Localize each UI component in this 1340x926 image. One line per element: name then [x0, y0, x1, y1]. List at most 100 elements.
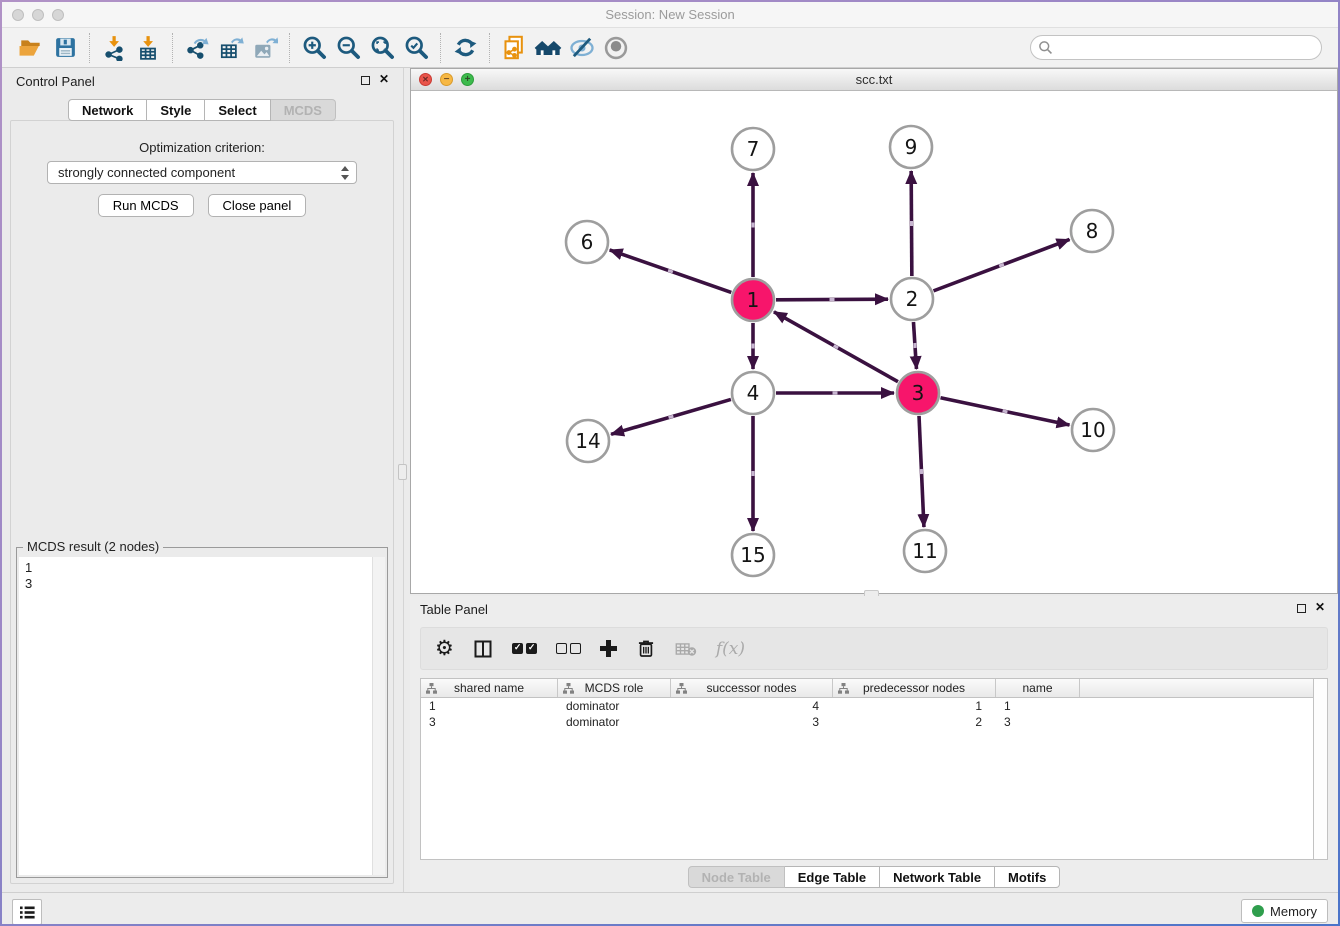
table-settings-button[interactable]: [435, 639, 454, 659]
function-builder-button[interactable]: f(x): [716, 639, 745, 659]
edge-handle: [668, 415, 674, 419]
homes-icon: [534, 34, 562, 62]
column-header-label: successor nodes: [706, 681, 796, 695]
table-body: 1dominator4113dominator323: [421, 698, 1313, 730]
export-network-button[interactable]: [180, 32, 214, 64]
column-header-mcds-role[interactable]: MCDS role: [558, 679, 671, 697]
window-chrome: Session: New Session: [2, 2, 1338, 924]
import-network-button[interactable]: [97, 32, 131, 64]
import-table-button[interactable]: [131, 32, 165, 64]
optimization-criterion-select[interactable]: strongly connected component: [47, 161, 357, 184]
result-scrollbar[interactable]: [372, 557, 385, 875]
column-tree-icon: [426, 683, 437, 694]
table-toolbar: f(x): [420, 627, 1328, 670]
delete-column-button[interactable]: [636, 638, 656, 659]
zoom-in-icon: [301, 34, 328, 61]
graph-node-label: 8: [1086, 219, 1099, 243]
column-header-shared-name[interactable]: shared name: [421, 679, 558, 697]
toolbar-separator: [489, 33, 490, 63]
tab-select[interactable]: Select: [205, 99, 270, 121]
network-view-window: scc.txt 7968124314101511: [410, 68, 1338, 594]
column-tree-icon: [563, 683, 574, 694]
control-panel-title: Control Panel: [16, 74, 95, 89]
task-history-button[interactable]: [12, 899, 42, 924]
checked-box-icon: [526, 643, 537, 654]
zoom-in-button[interactable]: [297, 32, 331, 64]
delete-table-button[interactable]: [675, 640, 697, 658]
mcds-result-box: MCDS result (2 nodes) 13: [16, 547, 388, 878]
column-header-label: MCDS role: [585, 681, 644, 695]
vertical-splitter[interactable]: [403, 68, 404, 892]
tab-network[interactable]: Network: [68, 99, 147, 121]
select-all-columns-button[interactable]: [512, 643, 537, 654]
column-header-label: shared name: [454, 681, 524, 695]
close-panel-button[interactable]: Close panel: [208, 194, 307, 217]
column-header-name[interactable]: name: [996, 679, 1080, 697]
export-image-button[interactable]: [248, 32, 282, 64]
edge-handle: [833, 392, 838, 395]
export-image-icon: [252, 35, 278, 61]
delete-table-icon: [675, 640, 697, 658]
edge-handle: [752, 344, 755, 349]
tab-style[interactable]: Style: [147, 99, 205, 121]
column-tree-icon: [838, 683, 849, 694]
toolbar-separator: [172, 33, 173, 63]
edge-handle: [829, 298, 834, 301]
tab-node-table[interactable]: Node Table: [688, 866, 785, 888]
export-network-icon: [184, 35, 210, 61]
table-cell: 1: [421, 698, 558, 714]
graph-node-label: 2: [906, 287, 919, 311]
copy-network-icon: [501, 34, 528, 61]
close-table-panel-icon[interactable]: [1315, 603, 1326, 614]
toolbar-separator: [289, 33, 290, 63]
float-panel-icon[interactable]: [361, 76, 370, 85]
clone-network-button[interactable]: [497, 32, 531, 64]
graph-node-label: 9: [905, 135, 918, 159]
zoom-out-button[interactable]: [331, 32, 365, 64]
tab-network-table[interactable]: Network Table: [880, 866, 995, 888]
table-row[interactable]: 1dominator411: [421, 698, 1313, 714]
search-input[interactable]: [1030, 35, 1322, 60]
tab-edge-table[interactable]: Edge Table: [785, 866, 880, 888]
show-all-networks-button[interactable]: [531, 32, 565, 64]
network-window-titlebar: scc.txt: [411, 69, 1337, 91]
search-box: [1030, 35, 1322, 60]
hide-graphics-details-button[interactable]: [565, 32, 599, 64]
edge-handle: [920, 469, 923, 474]
mcds-result-title: MCDS result (2 nodes): [23, 539, 163, 554]
create-column-button[interactable]: [600, 640, 617, 657]
memory-label: Memory: [1270, 904, 1317, 919]
export-table-button[interactable]: [214, 32, 248, 64]
import-network-icon: [101, 35, 127, 61]
table-row[interactable]: 3dominator323: [421, 714, 1313, 730]
refresh-layout-button[interactable]: [448, 32, 482, 64]
tab-motifs[interactable]: Motifs: [995, 866, 1060, 888]
unchecked-box-icon: [556, 643, 567, 654]
zoom-selected-button[interactable]: [399, 32, 433, 64]
toolbar-separator: [440, 33, 441, 63]
table-panel-title: Table Panel: [420, 602, 488, 617]
column-header-label: name: [1022, 681, 1052, 695]
fit-content-button[interactable]: [365, 32, 399, 64]
memory-button[interactable]: Memory: [1241, 899, 1328, 923]
float-table-panel-icon[interactable]: [1297, 604, 1306, 613]
network-canvas[interactable]: 7968124314101511: [411, 91, 1337, 593]
graph-node-label: 3: [912, 381, 925, 405]
unselect-all-columns-button[interactable]: [556, 643, 581, 654]
vertical-splitter-grabber[interactable]: [398, 464, 407, 480]
table-scrollbar[interactable]: [1314, 678, 1328, 860]
tab-mcds[interactable]: MCDS: [271, 99, 336, 121]
column-tree-icon: [676, 683, 687, 694]
run-mcds-button[interactable]: Run MCDS: [98, 194, 194, 217]
slashed-eye-icon: [568, 34, 596, 62]
save-session-button[interactable]: [48, 32, 82, 64]
column-header-successor-nodes[interactable]: successor nodes: [671, 679, 833, 697]
column-header-predecessor-nodes[interactable]: predecessor nodes: [833, 679, 996, 697]
graph-node-label: 14: [575, 429, 600, 453]
show-column-panel-button[interactable]: [473, 639, 493, 659]
control-panel-tabs: NetworkStyleSelectMCDS: [2, 99, 402, 121]
table-cell: 1: [996, 698, 1080, 714]
open-session-button[interactable]: [14, 32, 48, 64]
close-panel-icon[interactable]: [379, 75, 390, 86]
level-of-detail-button[interactable]: [599, 32, 633, 64]
